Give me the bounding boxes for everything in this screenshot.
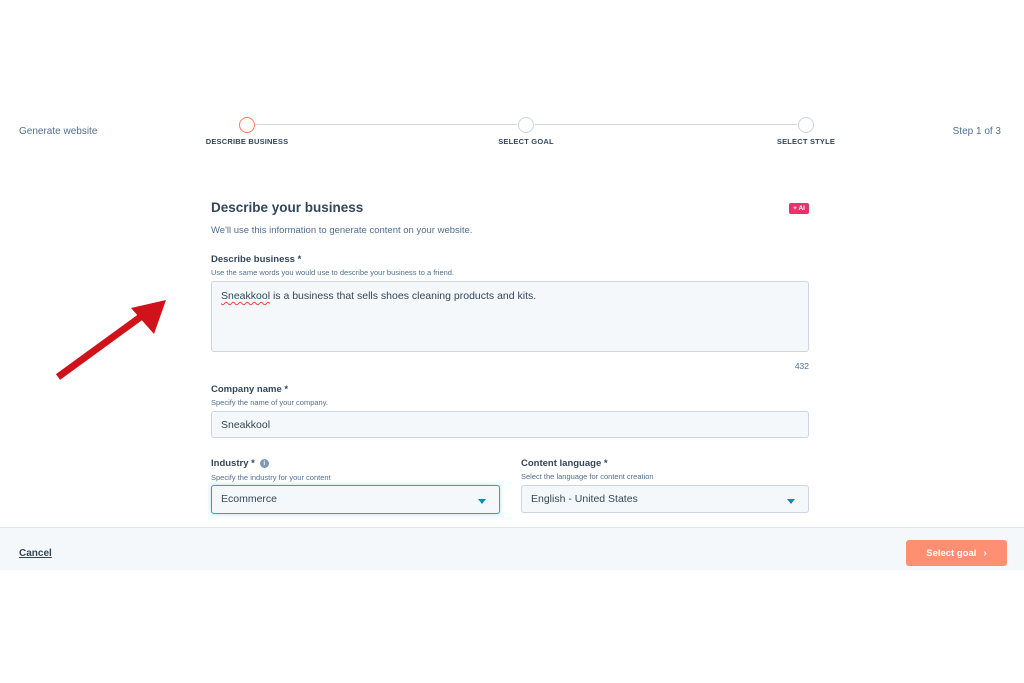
annotation-arrow-icon <box>55 300 166 380</box>
